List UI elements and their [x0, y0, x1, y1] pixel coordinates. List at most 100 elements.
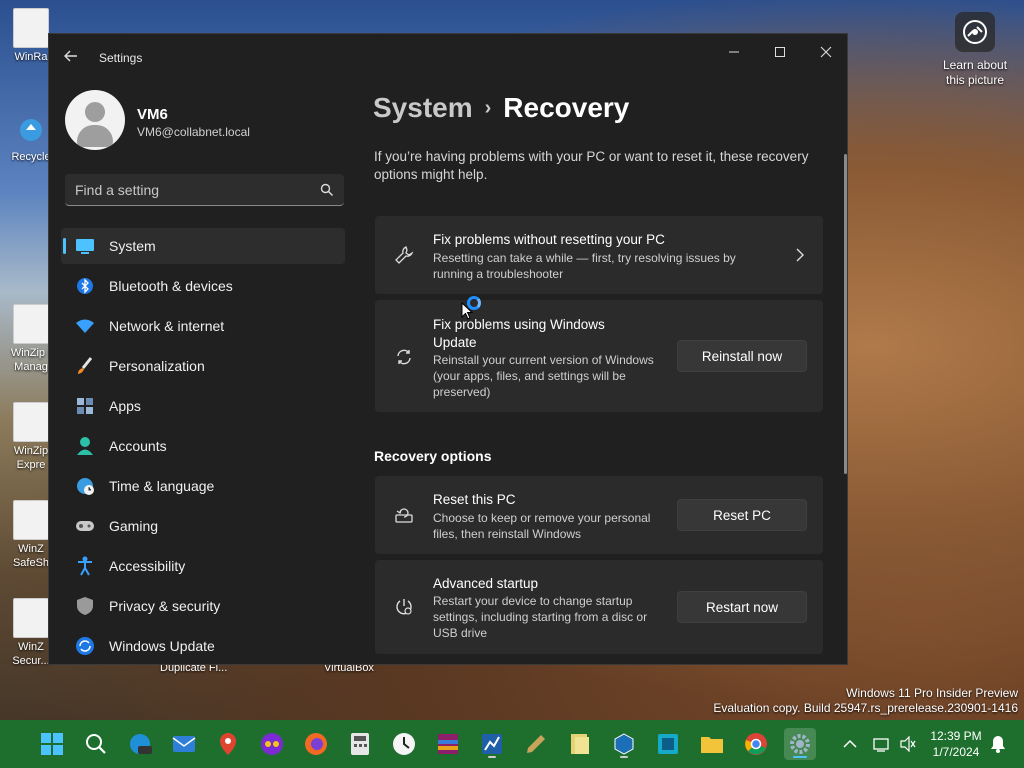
search-icon	[320, 183, 333, 196]
sidebar-item-label: Accounts	[109, 438, 167, 454]
mouse-cursor-icon	[461, 302, 473, 320]
maximize-button[interactable]	[757, 38, 803, 66]
fix-without-reset-card[interactable]: Fix problems without resetting your PC R…	[375, 216, 823, 294]
file-icon	[13, 304, 49, 344]
edge-icon	[130, 734, 152, 754]
sidebar-item-label: Apps	[109, 398, 141, 414]
file-icon	[13, 402, 49, 442]
card-description: Reinstall your current version of Window…	[433, 353, 654, 399]
recovery-options-heading: Recovery options	[374, 448, 492, 464]
sidebar-item-gaming[interactable]: Gaming	[61, 508, 345, 544]
card-title: Reset this PC	[433, 492, 516, 507]
taskbar-file-explorer[interactable]	[696, 728, 728, 760]
sidebar-item-label: System	[109, 238, 156, 254]
taskbar-maps[interactable]	[212, 728, 244, 760]
taskbar-app-purple[interactable]	[256, 728, 288, 760]
card-title: Fix problems using Windows Update	[433, 317, 605, 350]
search-box[interactable]	[65, 174, 344, 206]
taskbar-clock-app[interactable]	[388, 728, 420, 760]
show-hidden-icons-button[interactable]	[836, 728, 864, 760]
back-button[interactable]	[63, 48, 83, 68]
title-bar[interactable]: Settings	[49, 34, 847, 82]
taskbar-firefox[interactable]	[300, 728, 332, 760]
windows-logo-icon	[41, 733, 63, 755]
bluetooth-icon	[75, 276, 95, 296]
search-input[interactable]	[75, 181, 305, 199]
reinstall-now-button[interactable]: Reinstall now	[677, 340, 807, 372]
user-email: VM6@collabnet.local	[137, 125, 250, 139]
watermark-line-1: Windows 11 Pro Insider Preview	[846, 686, 1018, 700]
winrar-icon	[438, 734, 458, 754]
card-title: Fix problems without resetting your PC	[433, 232, 665, 247]
learn-about-picture[interactable]: Learn about this picture	[940, 12, 1010, 88]
volume-muted-icon	[900, 736, 916, 752]
mail-icon	[172, 736, 196, 752]
sidebar-item-network[interactable]: Network & internet	[61, 308, 345, 344]
breadcrumb-parent[interactable]: System	[373, 92, 473, 124]
recycle-bin-icon	[13, 112, 49, 148]
calculator-icon	[351, 733, 369, 755]
sidebar-item-windows-update[interactable]: Windows Update	[61, 628, 345, 664]
file-icon	[13, 500, 49, 540]
sidebar-item-bluetooth[interactable]: Bluetooth & devices	[61, 268, 345, 304]
sidebar-item-label: Gaming	[109, 518, 159, 534]
watermark-line-2: Evaluation copy. Build 25947.rs_prerelea…	[713, 701, 1018, 715]
taskbar-app-pen[interactable]	[520, 728, 552, 760]
taskbar-chrome[interactable]	[740, 728, 772, 760]
content-scrollbar[interactable]	[844, 154, 847, 474]
restart-now-button[interactable]: Restart now	[677, 591, 807, 623]
sidebar-item-personalization[interactable]: Personalization	[61, 348, 345, 384]
sidebar-nav: System Bluetooth & devices Network & int…	[61, 228, 345, 664]
reset-pc-button[interactable]: Reset PC	[677, 499, 807, 531]
taskbar-mail[interactable]	[168, 728, 200, 760]
clock-icon	[393, 733, 415, 755]
taskbar-winrar[interactable]	[432, 728, 464, 760]
chrome-icon	[745, 733, 767, 755]
volume-status[interactable]	[894, 728, 922, 760]
globe-clock-icon	[75, 476, 95, 496]
apps-icon	[75, 396, 95, 416]
minimize-button[interactable]	[711, 38, 757, 66]
notifications-button[interactable]	[984, 728, 1012, 760]
network-status[interactable]	[868, 728, 896, 760]
minimize-icon	[729, 51, 739, 53]
file-icon	[13, 8, 49, 48]
notes-icon	[571, 734, 589, 754]
sidebar-item-accessibility[interactable]: Accessibility	[61, 548, 345, 584]
map-pin-icon	[220, 733, 236, 755]
taskbar-app-notes[interactable]	[564, 728, 596, 760]
taskbar-edge-preview[interactable]	[124, 728, 156, 760]
file-icon	[13, 598, 49, 638]
close-button[interactable]	[803, 38, 847, 66]
start-button[interactable]	[36, 728, 68, 760]
card-description: Resetting can take a while — first, try …	[433, 251, 736, 281]
taskbar-search-button[interactable]	[80, 728, 112, 760]
taskbar-calculator[interactable]	[344, 728, 376, 760]
sidebar-item-label: Personalization	[109, 358, 205, 374]
card-title: Advanced startup	[433, 576, 539, 591]
sidebar-item-apps[interactable]: Apps	[61, 388, 345, 424]
sidebar-item-system[interactable]: System	[61, 228, 345, 264]
arrow-left-icon	[64, 50, 77, 62]
camera-icon	[955, 12, 995, 52]
pen-app-icon	[527, 735, 545, 753]
bell-icon	[991, 736, 1005, 753]
taskbar-settings[interactable]	[784, 728, 816, 760]
user-name: VM6	[137, 106, 168, 123]
page-title: Recovery	[503, 92, 630, 123]
sidebar-item-privacy-security[interactable]: Privacy & security	[61, 588, 345, 624]
accessibility-icon	[75, 556, 95, 576]
sidebar-item-time-language[interactable]: Time & language	[61, 468, 345, 504]
chevron-right-icon	[795, 248, 805, 267]
taskbar-app-frame[interactable]	[652, 728, 684, 760]
avatar[interactable]	[65, 90, 125, 150]
refresh-icon	[393, 346, 415, 368]
close-icon	[820, 46, 832, 58]
build-watermark: Windows 11 Pro Insider Preview Evaluatio…	[713, 686, 1018, 716]
taskbar-virtualbox[interactable]	[608, 728, 640, 760]
sidebar-item-accounts[interactable]: Accounts	[61, 428, 345, 464]
clock[interactable]: 12:39 PM 1/7/2024	[926, 728, 986, 760]
power-settings-icon	[393, 596, 415, 618]
taskbar-app-chart[interactable]	[476, 728, 508, 760]
virtualbox-icon	[614, 733, 634, 755]
